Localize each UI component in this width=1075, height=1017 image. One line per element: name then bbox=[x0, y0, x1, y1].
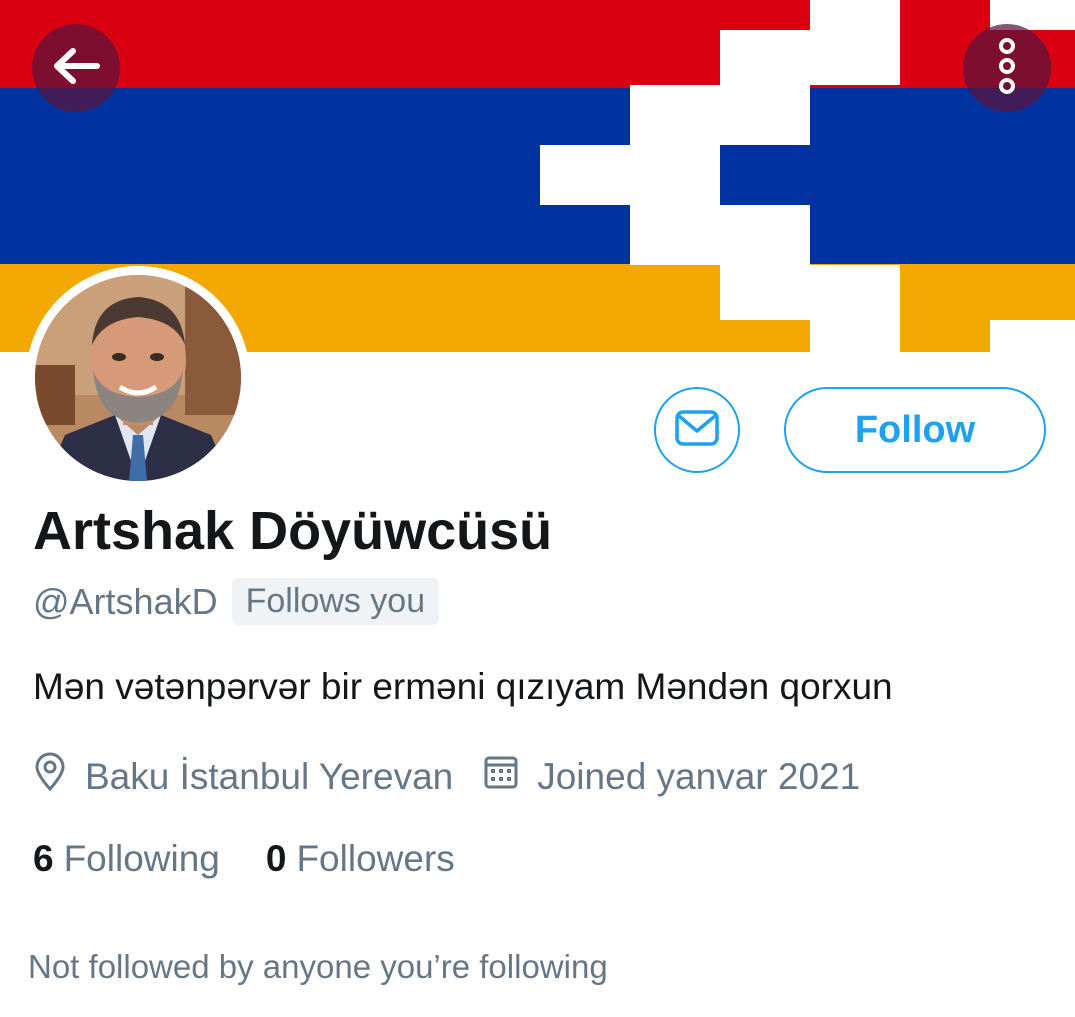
handle: @ArtshakD bbox=[33, 580, 218, 622]
follow-stats: 6 Following 0 Followers bbox=[33, 838, 455, 880]
handle-row: @ArtshakD Follows you bbox=[33, 578, 440, 625]
more-options-button[interactable] bbox=[963, 24, 1051, 112]
following-label: Following bbox=[63, 838, 220, 879]
calendar-icon bbox=[483, 754, 537, 799]
follow-button[interactable]: Follow bbox=[784, 387, 1046, 473]
bio: Mən vətənpərvər bir erməni qızıyam Məndə… bbox=[33, 666, 893, 707]
followers-stat[interactable]: 0 Followers bbox=[266, 838, 455, 880]
envelope-icon bbox=[674, 409, 720, 452]
joined-date: Joined yanvar 2021 bbox=[483, 754, 860, 799]
message-button[interactable] bbox=[654, 387, 740, 473]
not-followed-note: Not followed by anyone you’re following bbox=[28, 948, 608, 985]
follows-you-badge: Follows you bbox=[231, 578, 440, 625]
following-count: 6 bbox=[33, 838, 54, 879]
location-pin-icon bbox=[33, 752, 85, 801]
profile-meta: Baku İstanbul Yerevan Joined yanvar 2021 bbox=[33, 752, 860, 801]
arrow-left-icon bbox=[51, 45, 101, 92]
followers-label: Followers bbox=[296, 838, 455, 879]
followers-count: 0 bbox=[265, 838, 287, 879]
location-text: Baku İstanbul Yerevan bbox=[85, 755, 454, 797]
avatar[interactable] bbox=[26, 266, 250, 490]
display-name: Artshak Döyüwcüsü bbox=[33, 501, 553, 561]
following-stat[interactable]: 6 Following bbox=[33, 838, 220, 880]
more-vertical-icon bbox=[997, 37, 1017, 99]
location: Baku İstanbul Yerevan bbox=[33, 752, 453, 801]
avatar-photo bbox=[35, 275, 241, 481]
back-button[interactable] bbox=[32, 24, 120, 112]
joined-text: Joined yanvar 2021 bbox=[537, 755, 861, 797]
